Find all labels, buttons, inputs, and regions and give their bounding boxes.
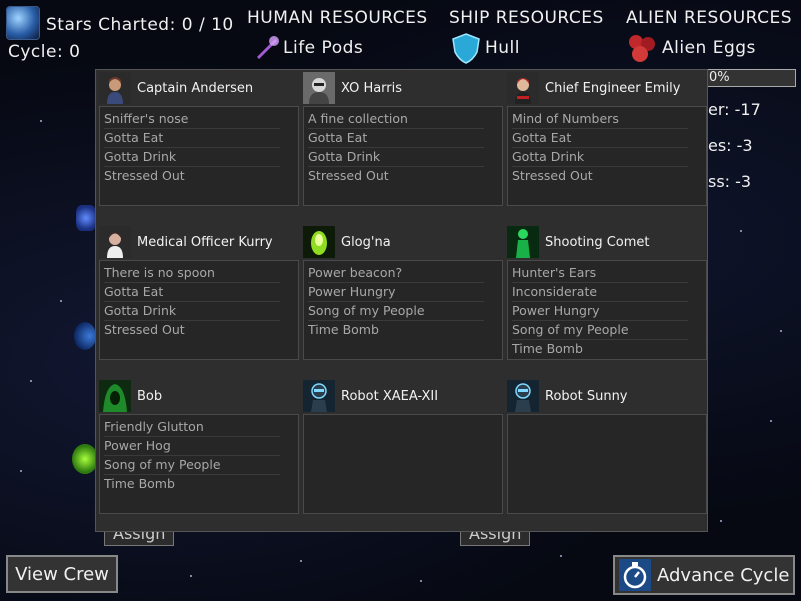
trait-list: There is no spoon Gotta Eat Gotta Drink Str… <box>99 260 299 360</box>
cycle-counter: Cycle: 0 <box>8 42 81 62</box>
crew-panel: Captain Andersen Sniffer's nose Gotta Eat G… <box>95 69 708 532</box>
trait-item: Time Bomb <box>512 341 583 356</box>
trait-list: Hunter's Ears Inconsiderate Power Hungry So… <box>507 260 707 360</box>
ship-resources-header: SHIP RESOURCES <box>449 8 604 28</box>
trait-list: Mind of Numbers Gotta Eat Gotta Drink Stres… <box>507 106 707 206</box>
crew-name: Bob <box>137 388 163 404</box>
star-system-icon[interactable] <box>76 205 96 231</box>
robot-portrait <box>507 380 539 412</box>
trait-item: Stressed Out <box>512 168 593 183</box>
crew-card-header: Shooting Comet <box>507 224 707 260</box>
trait-item: Hunter's Ears <box>512 264 688 283</box>
alien-glowing-portrait <box>303 226 335 258</box>
view-crew-label: View Crew <box>15 563 109 585</box>
crew-card-header: Robot XAEA-XII <box>303 378 503 414</box>
crew-name: Robot Sunny <box>545 388 628 404</box>
side-stat: er: -17 <box>708 100 761 119</box>
crew-card-header: Medical Officer Kurry <box>99 224 299 260</box>
trait-item: Gotta Eat <box>512 129 688 148</box>
trait-list <box>303 414 503 514</box>
crew-name: Robot XAEA-XII <box>341 388 439 404</box>
trait-item: Time Bomb <box>308 322 379 337</box>
side-stat: ss: -3 <box>708 172 752 191</box>
human-captain-portrait <box>99 72 131 104</box>
crew-name: Captain Andersen <box>137 80 254 96</box>
trait-list: Sniffer's nose Gotta Eat Gotta Drink Stress… <box>99 106 299 206</box>
trait-item: Stressed Out <box>308 168 389 183</box>
trait-item: Mind of Numbers <box>512 110 688 129</box>
trait-item: Gotta Eat <box>104 129 280 148</box>
trait-item: Gotta Drink <box>104 302 280 321</box>
life-pods-label: Life Pods <box>283 38 364 58</box>
alien-green-figure-portrait <box>507 226 539 258</box>
trait-list: Friendly Glutton Power Hog Song of my Peop… <box>99 414 299 514</box>
crew-card-header: XO Harris <box>303 70 503 106</box>
trait-item: Song of my People <box>308 302 484 321</box>
progress-bar: 0% <box>706 69 796 87</box>
stopwatch-icon <box>619 559 651 591</box>
hull-label: Hull <box>485 38 521 58</box>
trait-item: There is no spoon <box>104 264 280 283</box>
trait-item: Stressed Out <box>104 168 185 183</box>
human-resources-header: HUMAN RESOURCES <box>247 8 428 28</box>
trait-item: Power Hungry <box>512 302 688 321</box>
trait-item: Song of my People <box>512 321 688 340</box>
alien-resources-header: ALIEN RESOURCES <box>626 8 793 28</box>
crew-card-header: Bob <box>99 378 299 414</box>
trait-list: A fine collection Gotta Eat Gotta Drink Str… <box>303 106 503 206</box>
alien-hooded-portrait <box>99 380 131 412</box>
crew-card-header: Robot Sunny <box>507 378 707 414</box>
crew-name: Chief Engineer Emily <box>545 80 681 96</box>
trait-item: Gotta Drink <box>308 148 484 167</box>
crew-name: Medical Officer Kurry <box>137 234 273 250</box>
trait-item: Stressed Out <box>104 322 185 337</box>
trait-item: Power beacon? <box>308 264 484 283</box>
trait-item: Gotta Drink <box>104 148 280 167</box>
crew-name: Glog'na <box>341 234 391 250</box>
hull-shield-icon <box>450 32 482 64</box>
trait-item: Power Hog <box>104 437 280 456</box>
trait-list <box>507 414 707 514</box>
trait-item: Gotta Drink <box>512 148 688 167</box>
trait-item: Time Bomb <box>104 476 175 491</box>
advance-cycle-button[interactable]: Advance Cycle <box>613 555 795 595</box>
trait-item: Gotta Eat <box>308 129 484 148</box>
crew-name: Shooting Comet <box>545 234 650 250</box>
trait-item: A fine collection <box>308 110 484 129</box>
crew-card-header: Captain Andersen <box>99 70 299 106</box>
view-crew-button[interactable]: View Crew <box>6 555 118 593</box>
advance-cycle-label: Advance Cycle <box>657 564 790 586</box>
crew-card-header: Chief Engineer Emily <box>507 70 707 106</box>
crew-name: XO Harris <box>341 80 403 96</box>
stars-charted: Stars Charted: 0 / 10 <box>46 15 234 35</box>
trait-item: Friendly Glutton <box>104 418 280 437</box>
trait-list: Power beacon? Power Hungry Song of my Peop… <box>303 260 503 360</box>
side-stat: es: -3 <box>708 136 753 155</box>
human-engineer-portrait <box>507 72 539 104</box>
progress-label: 0% <box>709 70 730 85</box>
trait-item: Power Hungry <box>308 283 484 302</box>
planet-icon[interactable] <box>74 322 96 350</box>
trait-item: Song of my People <box>104 456 280 475</box>
life-pod-icon <box>253 33 281 61</box>
crew-card-header: Glog'na <box>303 224 503 260</box>
trait-item: Sniffer's nose <box>104 110 280 129</box>
galaxy-icon <box>6 6 40 40</box>
trait-item: Gotta Eat <box>104 283 280 302</box>
alien-eggs-icon <box>626 32 658 64</box>
alien-eggs-label: Alien Eggs <box>662 38 756 58</box>
human-medic-portrait <box>99 226 131 258</box>
trait-item: Inconsiderate <box>512 283 688 302</box>
human-xo-portrait <box>303 72 335 104</box>
robot-portrait <box>303 380 335 412</box>
